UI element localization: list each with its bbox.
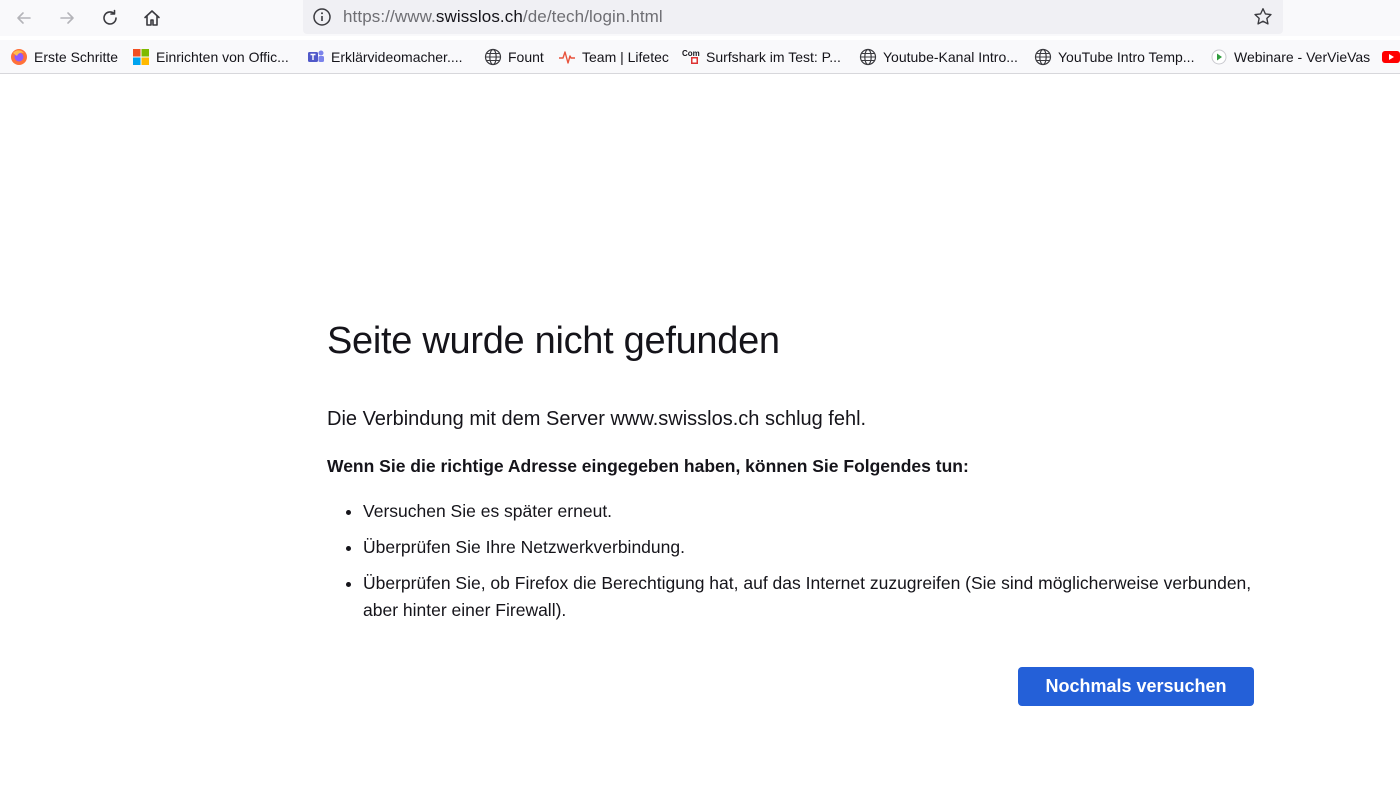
url-domain: swisslos.ch xyxy=(435,7,523,26)
forward-button[interactable] xyxy=(53,4,81,32)
back-button[interactable] xyxy=(10,4,38,32)
bookmark-label: Fount xyxy=(508,49,544,65)
error-description: Die Verbindung mit dem Server www.swissl… xyxy=(327,408,867,430)
globe-icon xyxy=(484,48,502,66)
suggestion-item: Überprüfen Sie, ob Firefox die Berechtig… xyxy=(363,570,1257,624)
arrow-left-icon xyxy=(17,12,31,24)
bookmark-item[interactable]: Erklärvideomacher.... xyxy=(307,46,463,68)
arrow-right-icon xyxy=(60,12,74,24)
bookmark-item[interactable]: Youtube-Kanal Intro... xyxy=(859,46,1018,68)
svg-text:Com: Com xyxy=(682,49,700,58)
youtube-icon xyxy=(1382,48,1400,66)
bookmark-label: Webinare - VerVieVas xyxy=(1234,49,1371,65)
bookmark-item[interactable]: YouTube Intro Temp... xyxy=(1034,46,1194,68)
url-text[interactable]: https://www.swisslos.ch/de/tech/login.ht… xyxy=(343,7,663,27)
home-icon xyxy=(144,10,160,26)
bookmark-item[interactable]: Erste Schritte xyxy=(10,46,118,68)
url-path: /de/tech/login.html xyxy=(522,7,663,26)
firefox-icon xyxy=(10,48,28,66)
url-prefix: https://www. xyxy=(343,7,436,26)
teams-icon xyxy=(307,48,325,66)
reload-button[interactable] xyxy=(96,4,124,32)
bookmark-item[interactable]: Webinare - VerVieVas xyxy=(1210,46,1370,68)
retry-button[interactable]: Nochmals versuchen xyxy=(1018,667,1254,706)
bookmark-label: Erklärvideomacher.... xyxy=(331,49,463,65)
error-content: Seite wurde nicht gefunden Die Verbindun… xyxy=(327,318,1257,633)
bookmark-label: Surfshark im Test: P... xyxy=(706,49,841,65)
bookmark-item[interactable]: Fount xyxy=(484,46,544,68)
com-icon: Com xyxy=(682,48,700,66)
bookmark-label: YouTube Intro Temp... xyxy=(1058,49,1195,65)
suggestions-list: Versuchen Sie es später erneut. Überprüf… xyxy=(327,498,1257,624)
bookmark-label: Team | Lifetec xyxy=(582,49,669,65)
bookmark-item[interactable]: Com Surfshark im Test: P... xyxy=(682,46,841,68)
browser-toolbar: https://www.swisslos.ch/de/tech/login.ht… xyxy=(0,0,1400,36)
page-title: Seite wurde nicht gefunden xyxy=(327,320,780,362)
suggestion-item: Versuchen Sie es später erneut. xyxy=(363,498,1257,525)
youtube-bookmark[interactable] xyxy=(1382,46,1400,68)
bookmark-label: Youtube-Kanal Intro... xyxy=(883,49,1018,65)
url-bar[interactable]: https://www.swisslos.ch/de/tech/login.ht… xyxy=(303,0,1283,34)
home-button[interactable] xyxy=(138,4,166,32)
bookmarks-bar: Erste Schritte Einrichten von Offic... E… xyxy=(0,40,1400,74)
globe-icon xyxy=(1034,48,1052,66)
bookmark-star-icon[interactable] xyxy=(1251,5,1275,29)
play-icon xyxy=(1210,48,1228,66)
bookmark-item[interactable]: Einrichten von Offic... xyxy=(132,46,289,68)
bookmark-item[interactable]: Team | Lifetec xyxy=(558,46,669,68)
reload-icon xyxy=(103,9,117,25)
bookmark-label: Einrichten von Offic... xyxy=(156,49,289,65)
bookmark-label: Erste Schritte xyxy=(34,49,119,65)
globe-icon xyxy=(859,48,877,66)
suggestion-item: Überprüfen Sie Ihre Netzwerkverbindung. xyxy=(363,534,1257,561)
suggestions-heading: Wenn Sie die richtige Adresse eingegeben… xyxy=(327,456,969,476)
microsoft-icon xyxy=(132,48,150,66)
site-info-icon[interactable] xyxy=(311,6,333,28)
lifetec-icon xyxy=(558,48,576,66)
